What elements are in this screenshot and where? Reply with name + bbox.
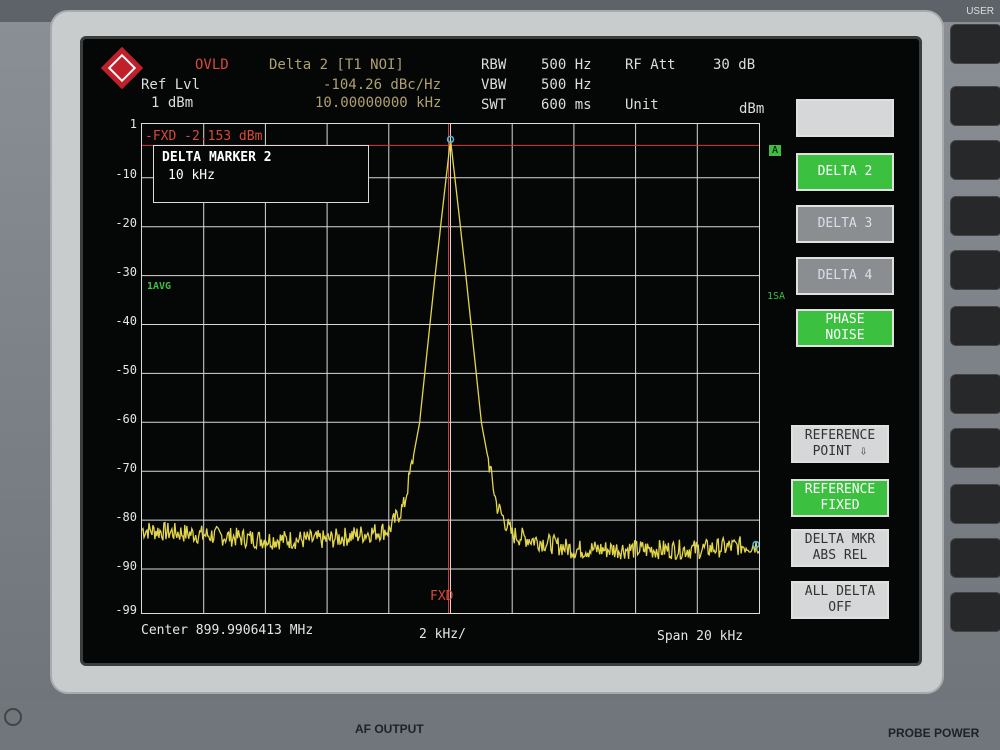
trace-mode-label: 1AVG [147, 281, 172, 292]
softkey-label: DELTA 4 [817, 268, 873, 283]
softkey-label: NOISE [825, 328, 865, 343]
swt-label: SWT [481, 97, 507, 113]
delta-marker-value: 10 kHz [168, 168, 215, 183]
softkey-label: ALL DELTA [804, 584, 876, 599]
y-tick-label: -90 [115, 559, 137, 573]
delta-value: -104.26 dBc/Hz [323, 77, 442, 93]
y-tick-label: -50 [115, 363, 137, 377]
y-tick-label: -30 [115, 265, 137, 279]
fxd-bottom-label: FXD [430, 589, 454, 604]
softkey-label: REFERENCE [804, 428, 876, 443]
softkey-label: OFF [828, 600, 852, 615]
analyzer-screen: OVLD Delta 2 [T1 NOI] Ref Lvl 1 dBm -104… [80, 36, 922, 666]
vbw-value: 500 Hz [541, 77, 592, 93]
hardware-key[interactable] [950, 86, 1000, 126]
softkey-label: DELTA MKR [804, 532, 876, 547]
delta-label: Delta 2 [T1 NOI] [269, 57, 404, 73]
softkey-label: ABS REL [812, 548, 868, 563]
rohde-schwarz-logo-icon [100, 46, 144, 90]
probe-power-label: PROBE POWER [888, 726, 980, 740]
rbw-label: RBW [481, 57, 507, 73]
hardware-key[interactable] [950, 484, 1000, 524]
ref-lvl-label: Ref Lvl [141, 77, 201, 93]
y-tick-label: -10 [115, 167, 137, 181]
hardware-key[interactable] [950, 538, 1000, 578]
rf-att-value: 30 dB [713, 57, 756, 73]
y-tick-label: -20 [115, 216, 137, 230]
softkey-label: DELTA 2 [817, 164, 873, 179]
softkey-delta-2[interactable]: DELTA 2 [796, 153, 894, 191]
y-tick-label: -99 [115, 603, 137, 617]
per-division: 2 kHz/ [419, 627, 466, 642]
ref-lvl-value: 1 dBm [151, 95, 194, 111]
softkey-label: PHASE [825, 312, 865, 327]
unit-value: dBm [739, 101, 765, 117]
hardware-key[interactable] [950, 140, 1000, 180]
sa-label: 1SA [767, 291, 786, 302]
swt-value: 600 ms [541, 97, 592, 113]
hardware-key[interactable] [950, 374, 1000, 414]
softkey-reference-point[interactable]: REFERENCE POINT ⇩ [791, 425, 889, 463]
hardware-key[interactable] [950, 306, 1000, 346]
softkey-label: POINT ⇩ [812, 444, 868, 459]
y-tick-label: -60 [115, 412, 137, 426]
fxd-line-label: -FXD -2.153 dBm [145, 129, 263, 144]
rf-att-label: RF Att [625, 57, 676, 73]
delta-frequency: 10.00000000 kHz [315, 95, 442, 111]
hardware-key[interactable] [950, 24, 1000, 64]
unit-label: Unit [625, 97, 659, 113]
span-value: Span 20 kHz [657, 629, 744, 644]
y-tick-label: 1 [129, 117, 137, 131]
bottom-panel: AF OUTPUT PROBE POWER [0, 700, 1000, 750]
af-output-label: AF OUTPUT [355, 722, 424, 736]
y-tick-label: -70 [115, 461, 137, 475]
power-icon [4, 708, 22, 726]
rbw-value: 500 Hz [541, 57, 592, 73]
softkey-label: FIXED [820, 498, 860, 513]
vbw-label: VBW [481, 77, 507, 93]
softkey-all-delta-off[interactable]: ALL DELTA OFF [791, 581, 889, 619]
delta-marker-box: DELTA MARKER 2 10 kHz [153, 145, 369, 203]
y-tick-label: -40 [115, 314, 137, 328]
y-tick-label: -80 [115, 510, 137, 524]
softkey-delta-mkr-abs-rel[interactable]: DELTA MKR ABS REL [791, 529, 889, 567]
user-label: USER [966, 6, 994, 17]
softkey-reference-fixed[interactable]: REFERENCE FIXED [791, 479, 889, 517]
softkey-delta-4[interactable]: DELTA 4 [796, 257, 894, 295]
softkey-phase-noise[interactable]: PHASE NOISE [796, 309, 894, 347]
center-frequency: Center 899.9906413 MHz [141, 623, 314, 638]
softkey-blank[interactable] [796, 99, 894, 137]
hardware-key[interactable] [950, 250, 1000, 290]
delta-marker-title: DELTA MARKER 2 [162, 150, 272, 165]
hardware-key[interactable] [950, 428, 1000, 468]
hardware-key[interactable] [950, 592, 1000, 632]
trace-a-label: A [769, 145, 782, 156]
softkey-label: DELTA 3 [817, 216, 873, 231]
softkey-delta-3[interactable]: DELTA 3 [796, 205, 894, 243]
softkey-label: REFERENCE [804, 482, 876, 497]
hardware-key[interactable] [950, 196, 1000, 236]
ovld-indicator: OVLD [195, 57, 229, 73]
